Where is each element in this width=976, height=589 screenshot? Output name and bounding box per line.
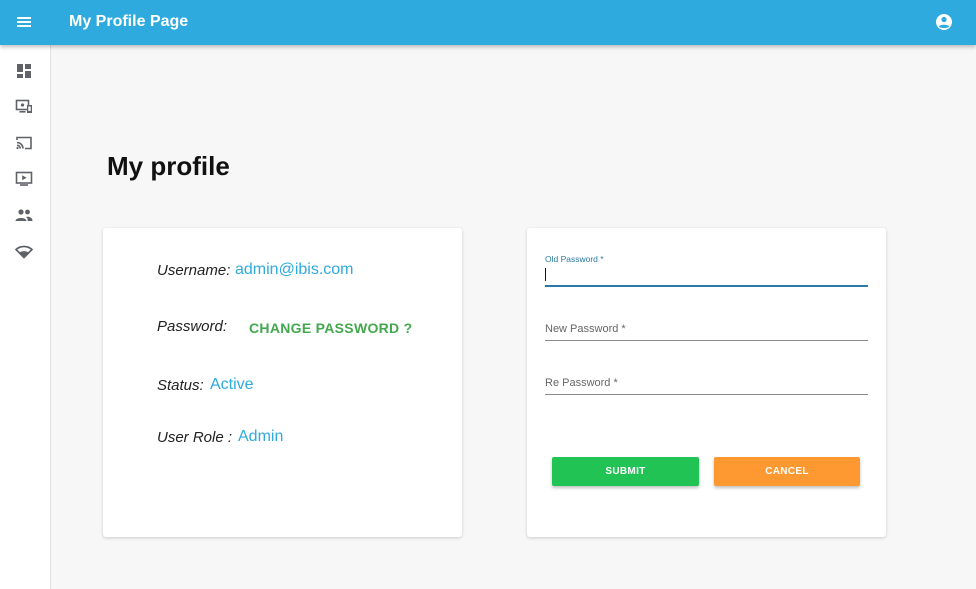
status-label: Status:	[157, 377, 204, 394]
cast-icon[interactable]	[14, 133, 34, 153]
re-password-field[interactable]: Re Password *	[545, 370, 868, 396]
username-value: admin@ibis.com	[235, 261, 354, 278]
cancel-button[interactable]: CANCEL	[714, 457, 860, 486]
old-password-underline	[545, 285, 868, 287]
users-icon[interactable]	[14, 205, 34, 225]
text-caret	[545, 268, 546, 281]
old-password-label: Old Password *	[545, 254, 604, 264]
re-password-label: Re Password *	[545, 377, 618, 389]
user-role-label: User Role :	[157, 429, 233, 446]
user-role-value: Admin	[238, 428, 284, 445]
app-title: My Profile Page	[69, 13, 189, 30]
monitor-devices-icon[interactable]	[14, 97, 34, 117]
page-title: My profile	[107, 151, 230, 181]
username-label: Username:	[157, 262, 231, 279]
new-password-label: New Password *	[545, 323, 626, 335]
video-display-icon[interactable]	[14, 169, 34, 189]
change-password-form: Old Password * New Password * Re Passwor…	[527, 228, 886, 537]
wifi-icon[interactable]	[14, 241, 34, 261]
dashboard-icon[interactable]	[14, 61, 34, 81]
new-password-field[interactable]: New Password *	[545, 316, 868, 342]
re-password-underline	[545, 394, 868, 395]
account-circle-icon[interactable]	[934, 12, 954, 32]
menu-icon[interactable]	[14, 12, 34, 32]
sidebar	[0, 45, 51, 589]
status-value: Active	[210, 376, 254, 393]
new-password-underline	[545, 340, 868, 341]
profile-info-card: Username: admin@ibis.com Password: CHANG…	[103, 228, 462, 537]
password-label: Password:	[157, 318, 228, 335]
submit-button[interactable]: SUBMIT	[552, 457, 699, 486]
change-password-link[interactable]: CHANGE PASSWORD ?	[249, 319, 413, 337]
old-password-field[interactable]: Old Password *	[545, 248, 868, 288]
app-bar: My Profile Page	[0, 0, 976, 45]
